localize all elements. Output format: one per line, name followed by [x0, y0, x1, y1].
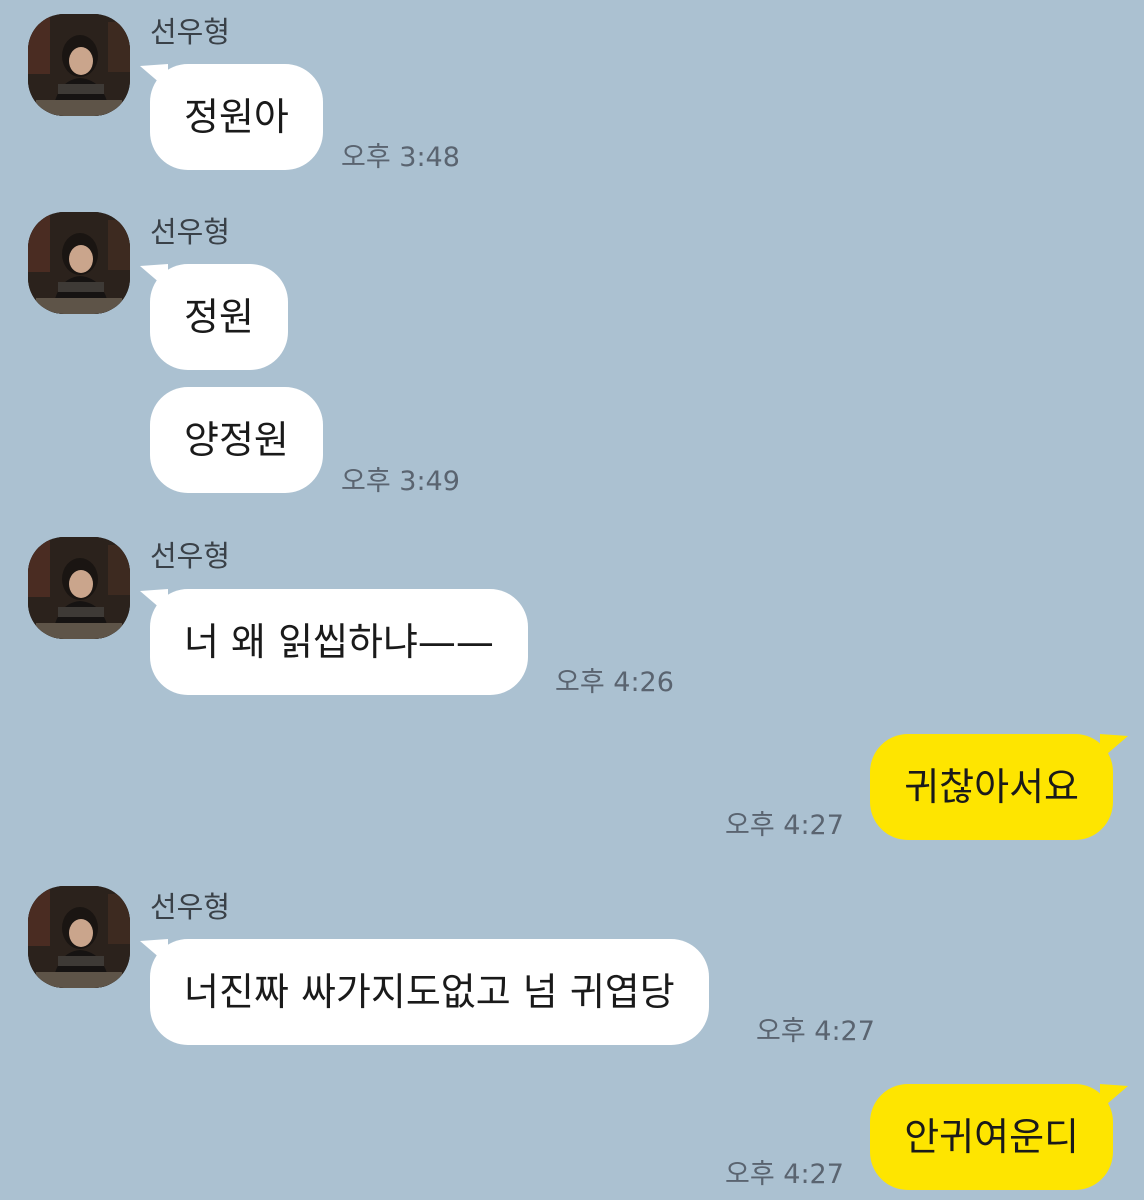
message-timestamp: 오후 4:27 [725, 1159, 844, 1190]
sender-name: 선우형 [150, 890, 231, 924]
bubble-tail [1100, 1084, 1128, 1110]
outgoing-message-bubble[interactable]: 안귀여운디 [870, 1084, 1113, 1190]
incoming-message-bubble[interactable]: 정원 [150, 264, 288, 370]
profile-photo-icon [28, 14, 130, 116]
incoming-message-bubble[interactable]: 너진짜 싸가지도없고 넘 귀엽당 [150, 939, 709, 1045]
outgoing-message-bubble[interactable]: 귀찮아서요 [870, 734, 1113, 840]
sender-avatar[interactable] [28, 537, 130, 639]
incoming-message-bubble[interactable]: 너 왜 읽씹하냐—— [150, 589, 528, 695]
incoming-message-bubble[interactable]: 정원아 [150, 64, 323, 170]
sender-name: 선우형 [150, 15, 231, 49]
message-timestamp: 오후 4:27 [756, 1016, 875, 1047]
profile-photo-icon [28, 537, 130, 639]
profile-photo-icon [28, 212, 130, 314]
profile-photo-icon [28, 886, 130, 988]
incoming-message-bubble[interactable]: 양정원 [150, 387, 323, 493]
message-timestamp: 오후 3:49 [341, 466, 460, 497]
sender-avatar[interactable] [28, 212, 130, 314]
sender-name: 선우형 [150, 539, 231, 573]
sender-name: 선우형 [150, 215, 231, 249]
sender-avatar[interactable] [28, 886, 130, 988]
message-timestamp: 오후 3:48 [341, 142, 460, 173]
sender-avatar[interactable] [28, 14, 130, 116]
message-timestamp: 오후 4:27 [725, 810, 844, 841]
message-timestamp: 오후 4:26 [555, 667, 674, 698]
bubble-tail [1100, 734, 1128, 760]
